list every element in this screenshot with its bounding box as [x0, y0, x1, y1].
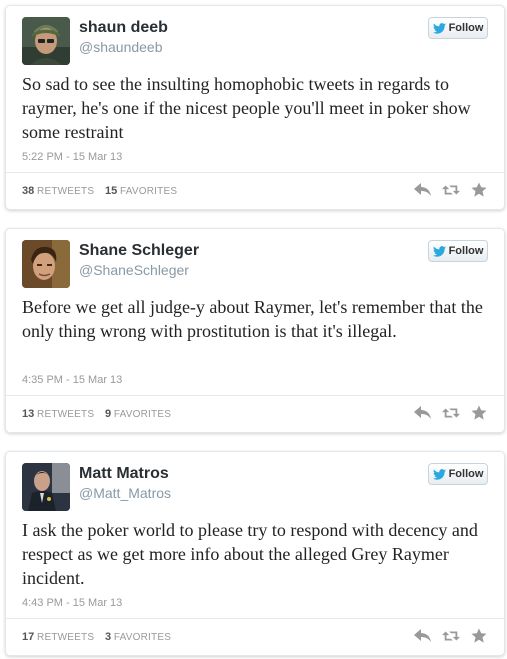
- tweet-stats: 17 RETWEETS 3 FAVORITES: [22, 631, 179, 643]
- favorite-star-icon[interactable]: [470, 404, 488, 422]
- display-name[interactable]: shaun deeb: [79, 18, 168, 38]
- avatar[interactable]: [22, 240, 70, 288]
- display-name[interactable]: Shane Schleger: [79, 241, 199, 261]
- retweets-label: RETWEETS: [37, 186, 95, 197]
- follow-label: Follow: [448, 468, 484, 480]
- tweet-header: Matt Matros @Matt_Matros: [22, 462, 492, 511]
- tweet-card: shaun deeb @shaundeeb Follow So sad to s…: [5, 5, 505, 210]
- tweet-text: Before we get all judge-y about Raymer, …: [22, 297, 483, 341]
- twitter-bird-icon: [432, 245, 446, 257]
- twitter-bird-icon: [432, 468, 446, 480]
- tweet-text: So sad to see the insulting homophobic t…: [22, 74, 471, 142]
- tweet-card: Matt Matros @Matt_Matros Follow I ask th…: [5, 451, 505, 656]
- tweet-header: Shane Schleger @ShaneSchleger: [22, 239, 492, 288]
- tweet-stats: 13 RETWEETS 9 FAVORITES: [22, 408, 179, 420]
- display-name[interactable]: Matt Matros: [79, 464, 171, 484]
- tweet-actions: [414, 181, 488, 199]
- follow-button[interactable]: Follow: [428, 240, 488, 262]
- avatar[interactable]: [22, 463, 70, 511]
- tweet-actions: [414, 627, 488, 645]
- author-names: shaun deeb @shaundeeb: [79, 18, 168, 56]
- author-names: Shane Schleger @ShaneSchleger: [79, 241, 199, 279]
- tweet-card: Shane Schleger @ShaneSchleger Follow Bef…: [5, 228, 505, 433]
- reply-icon[interactable]: [414, 627, 432, 645]
- favorites-label: FAVORITES: [120, 186, 178, 197]
- favorites-label: FAVORITES: [113, 409, 172, 420]
- retweet-icon[interactable]: [442, 627, 460, 645]
- favorites-label: FAVORITES: [113, 632, 172, 643]
- retweet-count[interactable]: 17: [22, 631, 34, 643]
- avatar[interactable]: [22, 17, 70, 65]
- retweets-label: RETWEETS: [37, 409, 95, 420]
- divider: [6, 618, 504, 619]
- follow-label: Follow: [448, 245, 484, 257]
- user-handle[interactable]: @ShaneSchleger: [79, 261, 199, 279]
- retweet-icon[interactable]: [442, 404, 460, 422]
- favorite-count[interactable]: 15: [105, 185, 117, 197]
- divider: [6, 395, 504, 396]
- favorite-count[interactable]: 9: [105, 408, 111, 420]
- tweet-actions: [414, 404, 488, 422]
- favorite-count[interactable]: 3: [105, 631, 111, 643]
- tweet-timestamp[interactable]: 4:43 PM - 15 Mar 13: [22, 597, 122, 609]
- follow-label: Follow: [448, 22, 484, 34]
- divider: [6, 172, 504, 173]
- tweet-header: shaun deeb @shaundeeb: [22, 16, 492, 65]
- author-names: Matt Matros @Matt_Matros: [79, 464, 171, 502]
- reply-icon[interactable]: [414, 181, 432, 199]
- favorite-star-icon[interactable]: [470, 181, 488, 199]
- follow-button[interactable]: Follow: [428, 463, 488, 485]
- reply-icon[interactable]: [414, 404, 432, 422]
- user-handle[interactable]: @shaundeeb: [79, 38, 168, 56]
- retweets-label: RETWEETS: [37, 632, 95, 643]
- tweet-timestamp[interactable]: 5:22 PM - 15 Mar 13: [22, 151, 122, 163]
- tweet-stats: 38 RETWEETS 15 FAVORITES: [22, 185, 185, 197]
- tweet-text: I ask the poker world to please try to r…: [22, 520, 478, 588]
- follow-button[interactable]: Follow: [428, 17, 488, 39]
- retweet-count[interactable]: 38: [22, 185, 34, 197]
- favorite-star-icon[interactable]: [470, 627, 488, 645]
- user-handle[interactable]: @Matt_Matros: [79, 484, 171, 502]
- tweet-timestamp[interactable]: 4:35 PM - 15 Mar 13: [22, 374, 122, 386]
- retweet-icon[interactable]: [442, 181, 460, 199]
- twitter-bird-icon: [432, 22, 446, 34]
- retweet-count[interactable]: 13: [22, 408, 34, 420]
